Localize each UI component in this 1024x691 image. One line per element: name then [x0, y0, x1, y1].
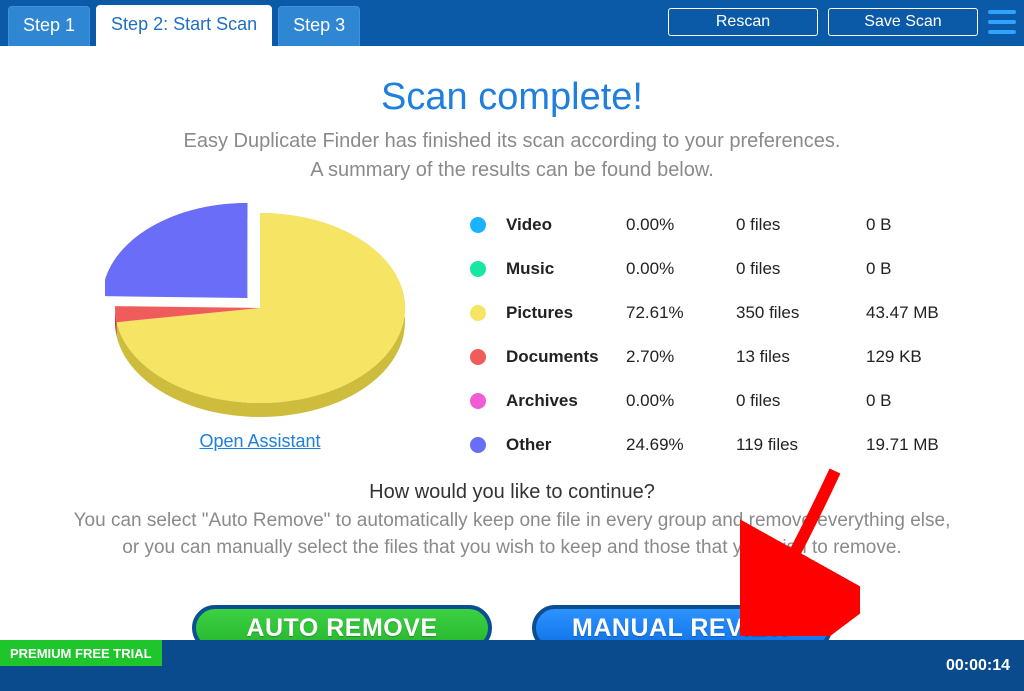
legend-row: Archives0.00%0 files0 B — [470, 379, 964, 423]
legend-filecount: 0 files — [736, 215, 866, 235]
continue-question: How would you like to continue? — [0, 481, 1024, 504]
legend-size: 19.71 MB — [866, 435, 939, 455]
legend-label: Video — [506, 215, 626, 235]
footer-bar: PREMIUM FREE TRIAL 00:00:14 — [0, 640, 1024, 691]
legend-row: Video0.00%0 files0 B — [470, 203, 964, 247]
legend-percent: 0.00% — [626, 259, 736, 279]
legend-percent: 0.00% — [626, 391, 736, 411]
legend-percent: 24.69% — [626, 435, 736, 455]
legend-row: Pictures72.61%350 files43.47 MB — [470, 291, 964, 335]
step-tabs: Step 1 Step 2: Start Scan Step 3 — [8, 0, 360, 46]
legend-row: Other24.69%119 files19.71 MB — [470, 423, 964, 467]
open-assistant-link[interactable]: Open Assistant — [199, 431, 320, 452]
category-legend: Video0.00%0 files0 BMusic0.00%0 files0 B… — [440, 203, 964, 467]
legend-label: Other — [506, 435, 626, 455]
legend-filecount: 0 files — [736, 391, 866, 411]
legend-size: 129 KB — [866, 347, 922, 367]
legend-filecount: 13 files — [736, 347, 866, 367]
tab-step-1[interactable]: Step 1 — [8, 6, 90, 46]
legend-dot-icon — [470, 305, 486, 321]
legend-dot-icon — [470, 437, 486, 453]
legend-label: Music — [506, 259, 626, 279]
legend-dot-icon — [470, 349, 486, 365]
legend-size: 0 B — [866, 215, 892, 235]
main-content: Scan complete! Easy Duplicate Finder has… — [0, 46, 1024, 640]
legend-filecount: 350 files — [736, 303, 866, 323]
legend-dot-icon — [470, 217, 486, 233]
legend-label: Archives — [506, 391, 626, 411]
legend-percent: 2.70% — [626, 347, 736, 367]
save-scan-button[interactable]: Save Scan — [828, 8, 978, 36]
legend-label: Documents — [506, 347, 626, 367]
legend-dot-icon — [470, 261, 486, 277]
legend-filecount: 119 files — [736, 435, 866, 455]
page-title: Scan complete! — [0, 46, 1024, 119]
legend-percent: 72.61% — [626, 303, 736, 323]
menu-icon[interactable] — [988, 10, 1016, 34]
continue-description: You can select "Auto Remove" to automati… — [0, 504, 1024, 561]
timer-display: 00:00:14 — [946, 657, 1010, 675]
legend-size: 0 B — [866, 259, 892, 279]
legend-label: Pictures — [506, 303, 626, 323]
legend-row: Documents2.70%13 files129 KB — [470, 335, 964, 379]
legend-row: Music0.00%0 files0 B — [470, 247, 964, 291]
rescan-button[interactable]: Rescan — [668, 8, 818, 36]
legend-size: 43.47 MB — [866, 303, 939, 323]
legend-size: 0 B — [866, 391, 892, 411]
tab-step-3[interactable]: Step 3 — [278, 6, 360, 46]
tab-step-2[interactable]: Step 2: Start Scan — [96, 5, 272, 46]
legend-dot-icon — [470, 393, 486, 409]
header-bar: Step 1 Step 2: Start Scan Step 3 Rescan … — [0, 0, 1024, 46]
trial-badge[interactable]: PREMIUM FREE TRIAL — [0, 640, 162, 666]
page-subtitle: Easy Duplicate Finder has finished its s… — [0, 119, 1024, 185]
pie-chart — [105, 203, 415, 423]
legend-filecount: 0 files — [736, 259, 866, 279]
legend-percent: 0.00% — [626, 215, 736, 235]
